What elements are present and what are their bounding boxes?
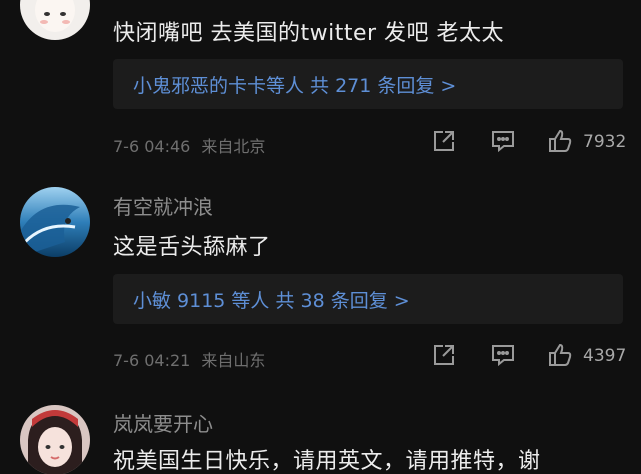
comment-list: 快闭嘴吧 去美国的twitter 发吧 老太太 小鬼邪恶的卡卡等人 共 271 … (0, 0, 641, 474)
like-count: 7932 (583, 132, 627, 152)
comment-item: 岚岚要开心 祝美国生日快乐，请用英文，请用推特，谢 (0, 395, 641, 474)
reply-summary[interactable]: 小敏 9115 等人 共 38 条回复 > (113, 274, 623, 324)
comment-text: 祝美国生日快乐，请用英文，请用推特，谢 (113, 449, 541, 474)
comment-item: 快闭嘴吧 去美国的twitter 发吧 老太太 小鬼邪恶的卡卡等人 共 271 … (0, 0, 641, 175)
avatar[interactable] (20, 0, 90, 40)
comment-item: 有空就冲浪 这是舌头舔麻了 小敏 9115 等人 共 38 条回复 > 7-6 … (0, 175, 641, 395)
avatar[interactable] (20, 187, 90, 257)
comment-location: 来自北京 (201, 137, 266, 156)
comment-username[interactable]: 岚岚要开心 (113, 408, 213, 437)
avatar[interactable] (20, 405, 90, 474)
thumbs-up-icon[interactable] (547, 128, 573, 154)
comment-text: 快闭嘴吧 去美国的twitter 发吧 老太太 (113, 21, 505, 46)
comment-meta: 7-6 04:46 来自北京 (113, 133, 265, 157)
reply-summary[interactable]: 小鬼邪恶的卡卡等人 共 271 条回复 > (113, 59, 623, 109)
comment-icon[interactable] (490, 342, 516, 368)
comment-date: 7-6 04:46 (113, 137, 191, 156)
comment-meta: 7-6 04:21 来自山东 (113, 347, 265, 371)
comment-date: 7-6 04:21 (113, 351, 191, 370)
thumbs-up-icon[interactable] (547, 342, 573, 368)
comment-username[interactable]: 有空就冲浪 (113, 191, 213, 220)
comment-location: 来自山东 (201, 351, 266, 370)
share-icon[interactable] (431, 342, 457, 368)
share-icon[interactable] (431, 128, 457, 154)
reply-summary-link[interactable]: 小敏 9115 等人 共 38 条回复 > (133, 286, 410, 313)
reply-summary-link[interactable]: 小鬼邪恶的卡卡等人 共 271 条回复 > (133, 71, 456, 98)
like-count: 4397 (583, 346, 627, 366)
comment-text: 这是舌头舔麻了 (113, 235, 271, 260)
comment-icon[interactable] (490, 128, 516, 154)
